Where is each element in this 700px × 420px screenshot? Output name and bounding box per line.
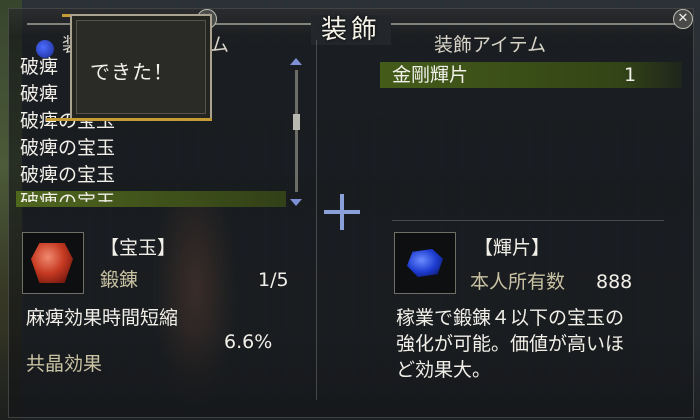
left-header-partial-end: ム — [210, 34, 230, 56]
right-header: 装飾アイテム — [434, 34, 547, 56]
list-item[interactable]: 破痺の宝玉 — [16, 135, 302, 162]
close-icon: ✕ — [677, 11, 689, 26]
description-line-2: 強化が可能。価値が高いほ — [396, 333, 625, 355]
description-line-3: ど効果大。 — [396, 359, 492, 381]
gem-effect-value: 6.6% — [224, 331, 273, 353]
scroll-thumb[interactable] — [293, 114, 300, 130]
list-item-selected[interactable]: 破痺の宝玉 — [16, 189, 302, 202]
chevron-down-icon[interactable] — [290, 199, 302, 206]
column-divider — [316, 40, 317, 400]
gem-type: 鍛錬 — [100, 269, 139, 291]
notification-popup: できた！ — [70, 14, 212, 120]
list-scrollbar[interactable] — [290, 58, 302, 206]
gem-category: 【宝玉】 — [100, 237, 177, 259]
right-divider — [392, 220, 664, 221]
popup-accent-bottom — [46, 118, 212, 121]
scroll-track[interactable] — [295, 70, 298, 192]
gem-effect: 麻痺効果時間短縮 — [26, 307, 179, 329]
shared-effect-label: 共晶効果 — [26, 353, 103, 375]
chevron-up-icon[interactable] — [290, 58, 302, 65]
popup-message: できた！ — [90, 60, 174, 84]
gem-icon-box — [22, 232, 84, 294]
list-item[interactable]: 破痺の宝玉 — [16, 162, 302, 189]
decoration-item-count: 1 — [624, 64, 637, 86]
shard-icon-box — [394, 232, 456, 294]
decoration-item-name[interactable]: 金剛輝片 — [392, 62, 468, 88]
plus-icon — [320, 190, 364, 234]
blue-shard-icon — [407, 249, 443, 277]
red-gem-icon — [31, 243, 73, 283]
description-line-1: 稼業で鍛錬４以下の宝玉の — [396, 307, 625, 329]
shard-category: 【輝片】 — [474, 237, 551, 259]
owned-label: 本人所有数 — [470, 271, 566, 293]
owned-count: 888 — [596, 271, 633, 293]
window-close-button[interactable]: ✕ — [673, 9, 693, 29]
gem-level: 1/5 — [258, 269, 289, 291]
